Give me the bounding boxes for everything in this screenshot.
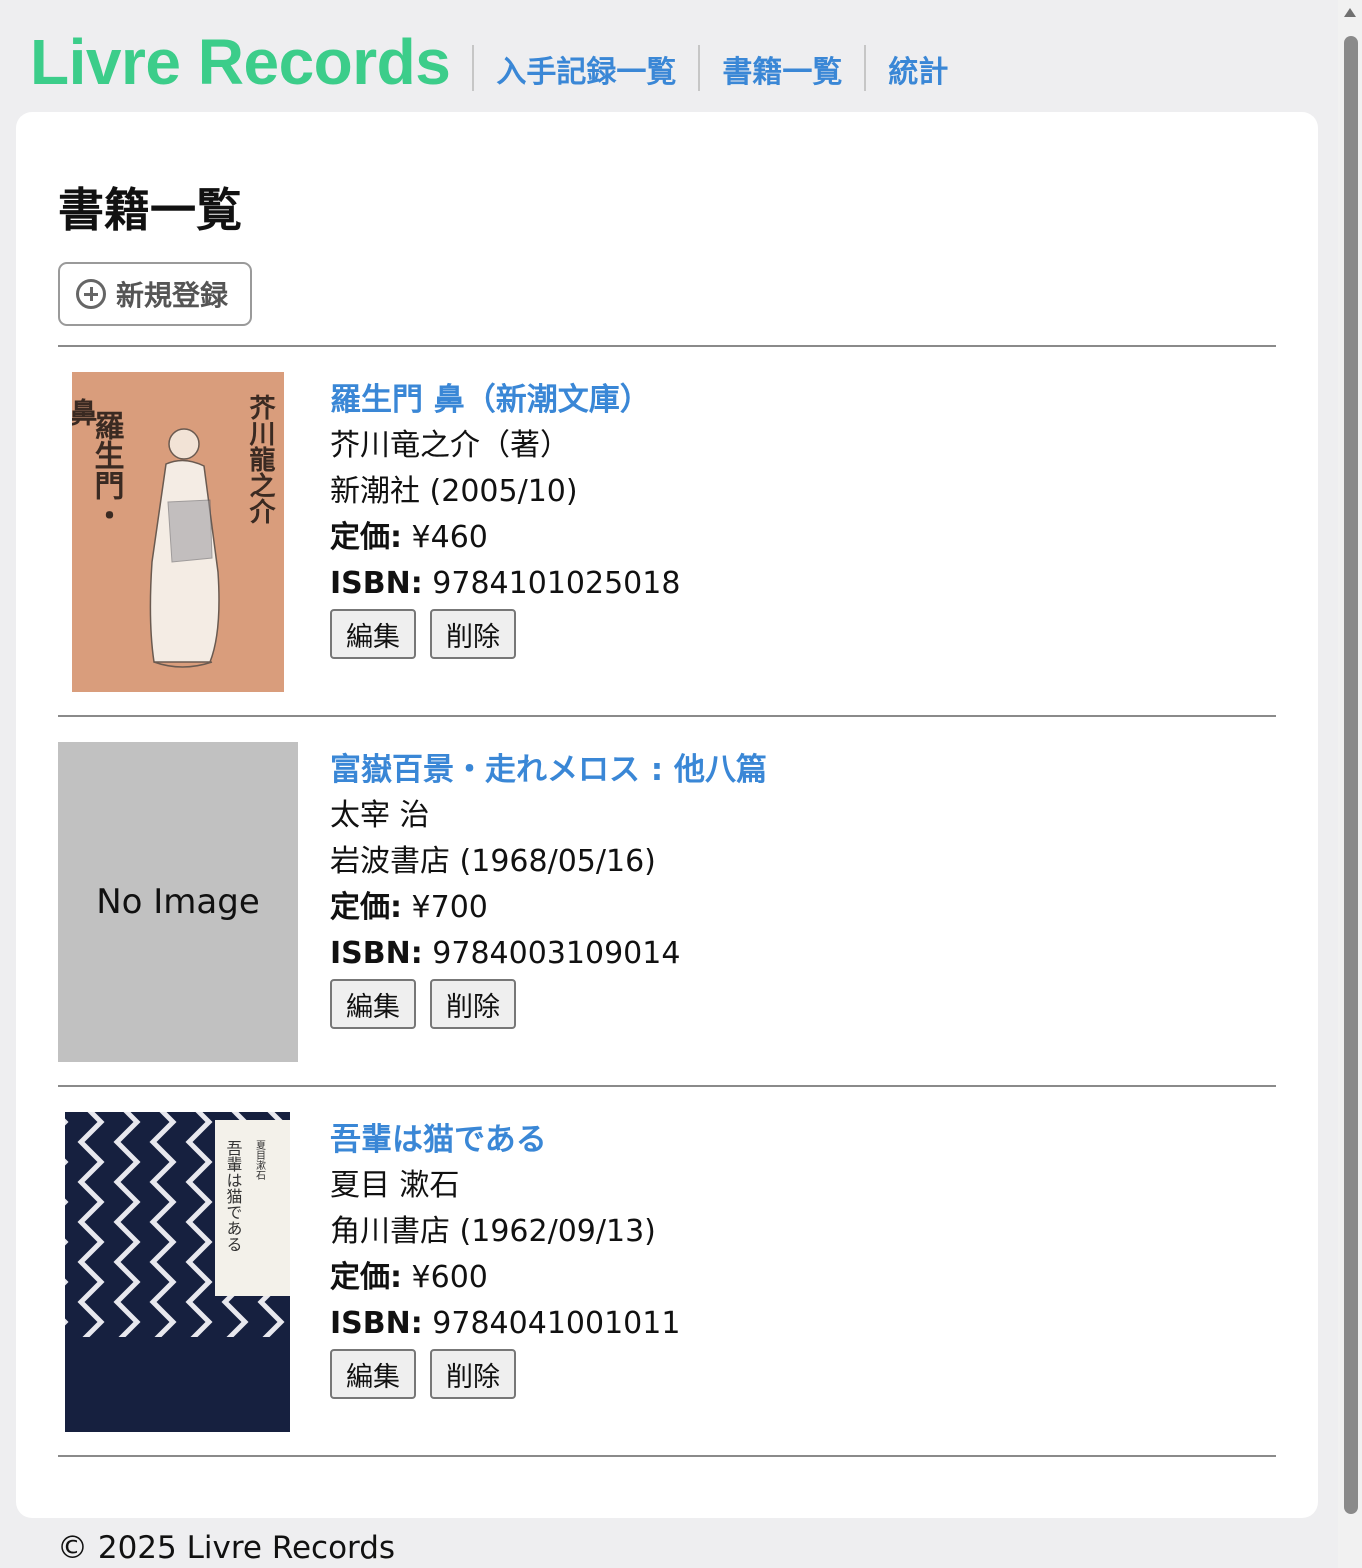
book-price: 定価: ¥700 [330, 885, 767, 931]
book-list: 羅生門・ 鼻 芥川龍之介 羅生門 鼻（新潮文庫） 芥川竜之介（著） 新潮社 (2… [58, 345, 1276, 1457]
book-actions: 編集 削除 [330, 1349, 680, 1399]
site-logo[interactable]: Livre Records [30, 25, 451, 99]
book-publisher: 新潮社 (2005/10) [330, 474, 578, 509]
scrollbar-thumb[interactable] [1344, 36, 1358, 1514]
new-book-button-label: 新規登録 [116, 279, 229, 312]
edit-button[interactable]: 編集 [330, 979, 416, 1029]
price-label: 定価: [330, 890, 402, 925]
isbn-value: 9784003109014 [432, 936, 681, 971]
book-author: 夏目 漱石 [330, 1168, 460, 1203]
book-info: 羅生門 鼻（新潮文庫） 芥川竜之介（著） 新潮社 (2005/10) 定価: ¥… [330, 377, 680, 659]
book-isbn: ISBN: 9784041001011 [330, 1301, 680, 1347]
book-actions: 編集 削除 [330, 609, 680, 659]
site-header: Livre Records 入手記録一覧 書籍一覧 統計 [30, 22, 970, 102]
vertical-scrollbar[interactable] [1338, 0, 1362, 1568]
cover-text-author: 芥川龍之介 [245, 394, 276, 524]
nav-link-stats[interactable]: 統計 [866, 47, 970, 91]
book-isbn: ISBN: 9784101025018 [330, 561, 680, 607]
edit-button[interactable]: 編集 [330, 609, 416, 659]
book-publisher: 角川書店 (1962/09/13) [330, 1214, 656, 1249]
book-title-link[interactable]: 吾輩は猫である [330, 1117, 680, 1163]
delete-button[interactable]: 削除 [430, 1349, 516, 1399]
footer-copyright: © 2025 Livre Records [57, 1530, 396, 1566]
book-author: 芥川竜之介（著） [330, 428, 570, 463]
cover-text-title: 羅生門・ [89, 410, 125, 530]
price-label: 定価: [330, 1260, 402, 1295]
book-item: 吾輩は猫である 夏目漱石 吾輩は猫である 夏目 漱石 角川書店 (1962/09… [58, 1087, 1276, 1455]
book-title-link[interactable]: 羅生門 鼻（新潮文庫） [330, 377, 680, 423]
plus-circle-icon [76, 279, 106, 309]
isbn-label: ISBN: [330, 1306, 423, 1341]
isbn-label: ISBN: [330, 566, 423, 601]
book-info: 富嶽百景・走れメロス : 他八篇 太宰 治 岩波書店 (1968/05/16) … [330, 747, 767, 1029]
book-cover-image: 吾輩は猫である 夏目漱石 [65, 1112, 290, 1432]
divider [58, 1455, 1276, 1457]
price-value: ¥460 [411, 520, 488, 555]
delete-button[interactable]: 削除 [430, 979, 516, 1029]
isbn-value: 9784041001011 [432, 1306, 681, 1341]
book-cover-placeholder: No Image [58, 742, 298, 1062]
book-price: 定価: ¥600 [330, 1255, 680, 1301]
edit-button[interactable]: 編集 [330, 1349, 416, 1399]
book-item: No Image 富嶽百景・走れメロス : 他八篇 太宰 治 岩波書店 (196… [58, 717, 1276, 1085]
nav-link-acquisitions[interactable]: 入手記録一覧 [474, 47, 698, 91]
book-isbn: ISBN: 9784003109014 [330, 931, 767, 977]
price-value: ¥700 [411, 890, 488, 925]
delete-button[interactable]: 削除 [430, 609, 516, 659]
price-value: ¥600 [411, 1260, 488, 1295]
book-actions: 編集 削除 [330, 979, 767, 1029]
isbn-label: ISBN: [330, 936, 423, 971]
page-title: 書籍一覧 [58, 183, 242, 237]
book-price: 定価: ¥460 [330, 515, 680, 561]
isbn-value: 9784101025018 [432, 566, 681, 601]
book-publisher: 岩波書店 (1968/05/16) [330, 844, 656, 879]
price-label: 定価: [330, 520, 402, 555]
scroll-up-arrow-icon[interactable] [1344, 8, 1356, 17]
book-item: 羅生門・ 鼻 芥川龍之介 羅生門 鼻（新潮文庫） 芥川竜之介（著） 新潮社 (2… [58, 347, 1276, 715]
main-card: 書籍一覧 新規登録 羅生門・ 鼻 芥川龍之介 羅生門 鼻（新潮文庫） 芥川竜之介… [16, 112, 1318, 1518]
book-info: 吾輩は猫である 夏目 漱石 角川書店 (1962/09/13) 定価: ¥600… [330, 1117, 680, 1399]
no-image-label: No Image [96, 882, 260, 922]
new-book-button[interactable]: 新規登録 [58, 262, 252, 326]
nav-link-books[interactable]: 書籍一覧 [700, 47, 864, 91]
cover-text-title: 吾輩は猫である [224, 1140, 243, 1252]
cover-text-author: 夏目漱石 [254, 1140, 266, 1180]
book-title-link[interactable]: 富嶽百景・走れメロス : 他八篇 [330, 747, 767, 793]
cover-text-subtitle: 鼻 [72, 398, 99, 426]
book-author: 太宰 治 [330, 798, 430, 833]
book-cover-image: 羅生門・ 鼻 芥川龍之介 [72, 372, 284, 692]
